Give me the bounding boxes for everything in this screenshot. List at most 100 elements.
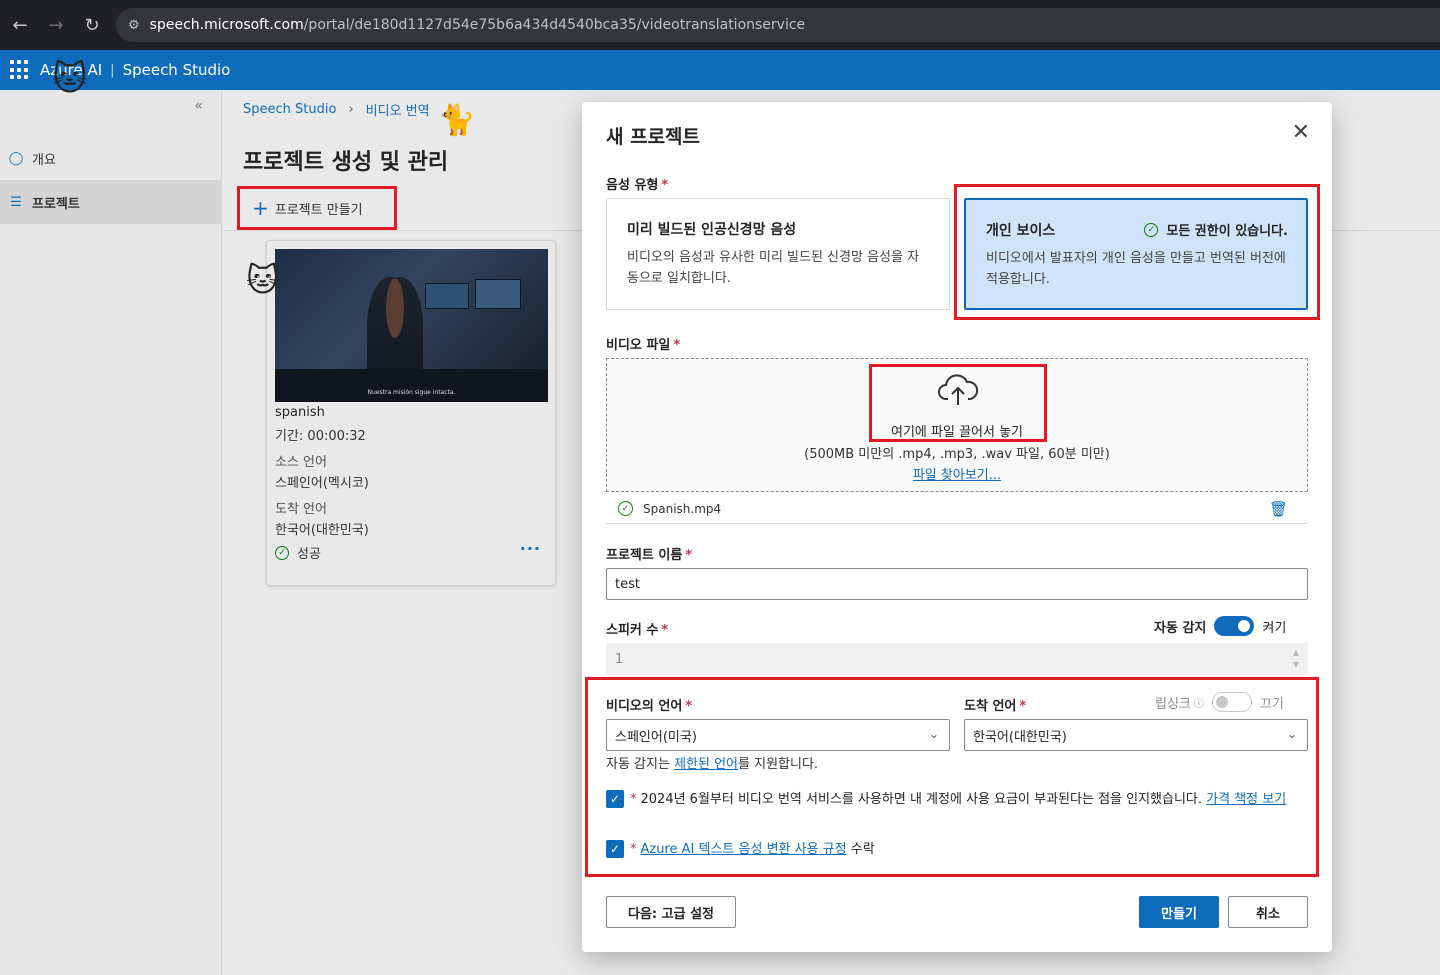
auto-detect-label: 자동 감지	[1154, 620, 1207, 636]
collapse-sidebar-icon[interactable]: «	[194, 98, 203, 114]
check-circle-icon: ✓	[1144, 222, 1159, 237]
url-host: speech.microsoft.com	[149, 17, 304, 33]
required-marker: *	[685, 699, 693, 714]
video-file-label: 비디오 파일 *	[606, 334, 680, 353]
target-language-select[interactable]: 한국어(대한민국) ⌄	[964, 719, 1308, 751]
voice-option-prebuilt[interactable]: 미리 빌드된 인공신경망 음성 비디오의 음성과 유사한 미리 빌드된 신경망 …	[606, 198, 950, 310]
target-language-value: 한국어(대한민국)	[275, 523, 369, 538]
browse-files-link[interactable]: 파일 찾아보기...	[607, 464, 1307, 483]
thumbnail-desk	[275, 369, 548, 402]
voice-option-desc: 비디오의 음성과 유사한 미리 빌드된 신경망 음성을 자동으로 일치합니다.	[627, 250, 920, 286]
breadcrumb-video-translation[interactable]: 비디오 번역	[366, 100, 430, 119]
list-icon: ☰	[10, 194, 22, 210]
pricing-link[interactable]: 가격 책정 보기	[1206, 792, 1286, 807]
project-card[interactable]: Nuestra misión sigue intacta. spanish 기간…	[266, 240, 556, 586]
terms-consent-row: ✓ * Azure AI 텍스트 음성 변환 사용 규정 수락	[606, 839, 1308, 860]
cancel-button[interactable]: 취소	[1228, 896, 1308, 928]
required-marker: *	[630, 842, 637, 857]
drop-hint: (500MB 미만의 .mp4, .mp3, .wav 파일, 60분 미만)	[804, 447, 1110, 462]
target-language-label: 도착 언어	[275, 502, 327, 517]
video-file-text: 비디오 파일	[606, 338, 671, 353]
page-title: 프로젝트 생성 및 관리	[243, 150, 449, 175]
address-bar[interactable]: ⚙ speech.microsoft.com/portal/de180d1127…	[116, 8, 1440, 42]
site-info-icon[interactable]: ⚙	[128, 18, 140, 33]
auto-detect-toggle[interactable]	[1214, 616, 1255, 636]
video-language-select[interactable]: 스페인어(미국) ⌄	[606, 719, 950, 751]
required-marker: *	[673, 338, 681, 353]
auto-detect-toggle-group: 자동 감지 켜기	[1154, 616, 1286, 636]
dialog-title: 새 프로젝트	[606, 126, 701, 148]
url-path: /portal/de180d1127d54e75b6a434d4540bca35…	[303, 17, 806, 33]
thumbnail-monitor	[475, 279, 521, 309]
check-circle-icon: ✓	[618, 501, 633, 516]
header-separator: |	[110, 62, 115, 78]
required-marker: *	[661, 178, 669, 193]
cat-sticker-icon: 🐈	[438, 103, 476, 138]
lipsync-state: 끄기	[1259, 696, 1284, 712]
speaker-count-text: 스피커 수	[606, 623, 659, 638]
auto-detect-state: 켜기	[1262, 620, 1287, 636]
billing-consent-checkbox[interactable]: ✓	[606, 790, 624, 808]
video-thumbnail[interactable]: Nuestra misión sigue intacta.	[275, 249, 548, 402]
project-name: spanish	[275, 405, 325, 420]
project-duration: 기간: 00:00:32	[275, 429, 366, 444]
permission-text: 모든 권한이 있습니다.	[1166, 224, 1288, 239]
delete-icon[interactable]: 🗑	[1269, 500, 1288, 518]
terms-consent-text: * Azure AI 텍스트 음성 변환 사용 규정 수락	[630, 839, 875, 860]
source-language-label: 소스 언어	[275, 455, 327, 470]
source-language-value: 스페인어(멕시코)	[275, 476, 369, 491]
status-badge: ✓ 성공	[275, 543, 321, 562]
app-header: Azure AI | Speech Studio	[0, 50, 1440, 90]
speaker-count-label: 스피커 수 *	[606, 619, 668, 638]
cat-sticker-icon: 🐱	[52, 59, 88, 99]
cat-sticker-icon: 🐱	[246, 261, 280, 299]
sidebar-item-label: 개요	[32, 152, 56, 168]
terms-suffix: 수락	[846, 842, 875, 857]
sidebar: « ◯ 개요 ☰ 프로젝트	[0, 90, 222, 975]
voice-option-personal[interactable]: 개인 보이스 비디오에서 발표자의 개인 음성을 만들고 번역된 버전에 적용합…	[964, 198, 1308, 310]
file-dropzone[interactable]: 여기에 파일 끌어서 놓기 (500MB 미만의 .mp4, .mp3, .wa…	[606, 358, 1308, 492]
terms-link[interactable]: Azure AI 텍스트 음성 변환 사용 규정	[641, 842, 847, 857]
voice-option-title: 미리 빌드된 인공신경망 음성	[627, 222, 797, 238]
project-name-input[interactable]: test	[606, 568, 1308, 600]
terms-consent-checkbox[interactable]: ✓	[606, 840, 624, 858]
plus-icon: +	[252, 196, 269, 220]
note-prefix: 자동 감지는	[606, 757, 675, 772]
project-name-label: 프로젝트 이름 *	[606, 544, 692, 563]
sidebar-item-overview[interactable]: ◯ 개요	[0, 136, 222, 180]
app-launcher-icon[interactable]	[10, 60, 30, 80]
required-marker: *	[661, 623, 669, 638]
stepper-icon[interactable]: ▲ ▼	[1293, 647, 1299, 671]
video-language-value: 스페인어(미국)	[615, 729, 697, 745]
close-icon[interactable]: ✕	[1292, 120, 1310, 145]
lipsync-toggle-group: 립싱크 ⓘ 끄기	[1155, 692, 1284, 712]
lipsync-toggle[interactable]	[1211, 692, 1252, 712]
uploaded-file-row: ✓ Spanish.mp4 🗑	[606, 494, 1308, 524]
studio-name[interactable]: Speech Studio	[123, 61, 231, 79]
create-project-button[interactable]: + 프로젝트 만들기	[237, 186, 397, 230]
chevron-right-icon: ›	[348, 102, 354, 117]
permission-badge: ✓ 모든 권한이 있습니다.	[1144, 220, 1288, 239]
billing-consent-text: * 2024년 6월부터 비디오 번역 서비스를 사용하면 내 계정에 사용 요금…	[630, 789, 1286, 810]
reload-icon[interactable]: ↻	[74, 7, 110, 43]
voice-type-text: 음성 유형	[606, 178, 659, 193]
speaker-count-value: 1	[615, 651, 624, 667]
speaker-count-input[interactable]: 1 ▲ ▼	[606, 643, 1308, 675]
new-project-dialog: 새 프로젝트 ✕ 음성 유형 * 미리 빌드된 인공신경망 음성 비디오의 음성과…	[582, 102, 1332, 952]
forward-icon[interactable]: →	[38, 7, 74, 43]
create-project-label: 프로젝트 만들기	[274, 202, 363, 218]
breadcrumb-speech-studio[interactable]: Speech Studio	[243, 102, 336, 117]
consent-text: 2024년 6월부터 비디오 번역 서비스를 사용하면 내 계정에 사용 요금이…	[640, 792, 1207, 807]
limited-languages-link[interactable]: 제한된 언어	[674, 757, 738, 772]
voice-option-desc: 비디오에서 발표자의 개인 음성을 만들고 번역된 버전에 적용합니다.	[986, 251, 1286, 287]
create-button[interactable]: 만들기	[1139, 896, 1219, 928]
breadcrumb: Speech Studio › 비디오 번역	[243, 100, 430, 119]
video-caption: Nuestra misión sigue intacta.	[367, 389, 456, 396]
next-advanced-settings-button[interactable]: 다음: 고급 설정	[606, 896, 736, 928]
info-icon[interactable]: ⓘ	[1194, 695, 1204, 710]
target-language-text: 도착 언어	[964, 699, 1017, 714]
more-options-icon[interactable]: ···	[520, 539, 541, 558]
sidebar-item-projects[interactable]: ☰ 프로젝트	[0, 180, 222, 224]
back-icon[interactable]: ←	[2, 7, 38, 43]
cloud-upload-icon	[938, 374, 978, 405]
